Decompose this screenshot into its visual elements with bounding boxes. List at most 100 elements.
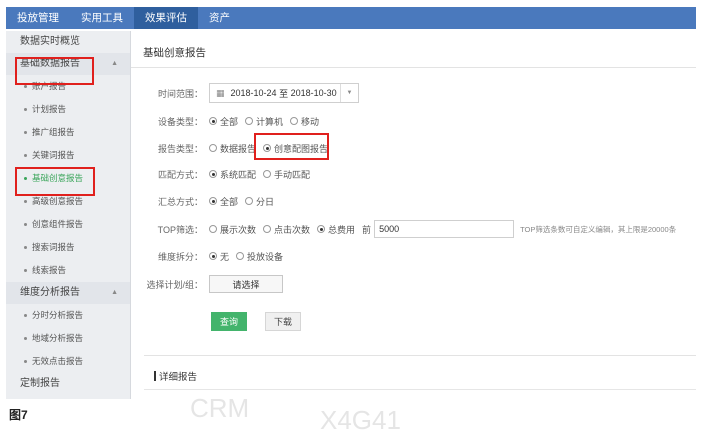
sidebar-item-label: 推广组报告 — [32, 127, 75, 137]
watermark-code: X4G41 — [320, 405, 401, 435]
bullet-icon — [24, 337, 27, 341]
tab-tools[interactable]: 实用工具 — [70, 7, 134, 29]
radio-report-creative-image[interactable]: 创意配图报告 — [263, 142, 328, 155]
radio-device-all[interactable]: 全部 — [209, 115, 238, 128]
sidebar-item-creative-component-report[interactable]: 创意组件报告 — [6, 213, 130, 236]
summary-mode-label: 汇总方式： — [157, 196, 203, 207]
report-type-label: 报告类型： — [157, 143, 203, 154]
radio-label: 投放设备 — [247, 251, 284, 262]
download-button[interactable]: 下载 — [265, 312, 301, 331]
radio-icon — [209, 144, 217, 152]
dimension-split-label: 维度拆分： — [157, 251, 203, 262]
radio-match-system[interactable]: 系统匹配 — [209, 168, 256, 181]
sidebar-item-keyword-report[interactable]: 关键词报告 — [6, 144, 130, 167]
top-filter-label: TOP筛选： — [157, 224, 203, 235]
radio-top-impressions[interactable]: 展示次数 — [209, 223, 256, 236]
radio-split-device[interactable]: 投放设备 — [236, 250, 283, 263]
chevron-up-icon: ▲ — [111, 289, 118, 296]
bullet-icon — [24, 314, 27, 318]
radio-icon — [263, 170, 272, 178]
radio-icon — [236, 252, 245, 260]
radio-label: 系统匹配 — [220, 169, 257, 180]
radio-split-none[interactable]: 无 — [209, 250, 229, 263]
radio-label: 全部 — [220, 116, 239, 127]
radio-icon — [290, 117, 299, 125]
row-device-type: 设备类型： 全部 计算机 移动 — [131, 111, 326, 131]
bullet-icon — [24, 177, 27, 181]
detail-report-panel: 详细报告 — [144, 355, 696, 399]
sidebar-item-label: 基础创意报告 — [32, 173, 84, 183]
radio-report-data[interactable]: 数据报告 — [209, 142, 256, 155]
bullet-icon — [24, 85, 27, 89]
sidebar-item-advanced-creative-report[interactable]: 高级创意报告 — [6, 190, 130, 213]
bullet-icon — [24, 154, 27, 158]
sidebar-group-dimension-reports[interactable]: 维度分析报告 ▲ — [6, 282, 130, 304]
calendar-icon: ▦ — [216, 87, 225, 98]
radio-label: 移动 — [301, 116, 320, 127]
radio-top-clicks[interactable]: 点击次数 — [263, 223, 310, 236]
radio-label: 数据报告 — [220, 143, 257, 154]
select-plan-button[interactable]: 请选择 — [209, 275, 283, 293]
radio-top-cost[interactable]: 总费用 — [317, 223, 355, 236]
radio-summary-all[interactable]: 全部 — [209, 195, 238, 208]
sidebar-item-basic-creative-report[interactable]: 基础创意报告 — [6, 167, 130, 190]
sidebar-item-label: 线索报告 — [32, 265, 67, 275]
row-report-type: 报告类型： 数据报告 创意配图报告 — [131, 138, 335, 158]
divider — [131, 67, 696, 68]
sidebar-item-hourly-report[interactable]: 分时分析报告 — [6, 304, 130, 327]
sidebar-item-adgroup-report[interactable]: 推广组报告 — [6, 121, 130, 144]
top-count-input[interactable]: 5000 — [374, 220, 515, 238]
radio-icon — [263, 144, 272, 152]
radio-icon — [245, 197, 254, 205]
radio-label: 总费用 — [328, 224, 356, 235]
row-top-filter: TOP筛选： 展示次数 点击次数 总费用 前 5000 TOP筛选条数可自定义编… — [131, 219, 676, 239]
sidebar-item-label: 高级创意报告 — [32, 196, 84, 206]
top-nav-bar: 投放管理 实用工具 效果评估 资产 — [6, 7, 696, 29]
date-separator: 至 — [279, 88, 289, 99]
radio-label: 全部 — [220, 196, 239, 207]
radio-label: 计算机 — [256, 116, 284, 127]
bullet-icon — [24, 200, 27, 204]
chevron-up-icon: ▲ — [111, 60, 118, 67]
row-dimension-split: 维度拆分： 无 投放设备 — [131, 246, 290, 266]
sidebar-item-lead-report[interactable]: 线索报告 — [6, 259, 130, 282]
date-start: 2018-10-24 — [230, 88, 277, 98]
bullet-icon — [24, 223, 27, 227]
sidebar-group-label: 基础数据报告 — [20, 58, 80, 69]
match-mode-label: 匹配方式： — [157, 169, 203, 180]
select-plan-label: 选择计划/组： — [146, 279, 203, 290]
main-panel: 基础创意报告 时间范围： ▦ 2018-10-24 至 2018-10-30 ▼… — [131, 31, 696, 399]
sidebar-item-label: 关键词报告 — [32, 150, 75, 160]
sidebar-group-basic-reports[interactable]: 基础数据报告 ▲ — [6, 53, 130, 75]
sidebar-item-plan-report[interactable]: 计划报告 — [6, 98, 130, 121]
radio-icon — [263, 225, 272, 233]
query-button[interactable]: 查询 — [211, 312, 247, 331]
date-range-picker[interactable]: ▦ 2018-10-24 至 2018-10-30 ▼ — [209, 83, 359, 103]
sidebar-item-invalid-click-report[interactable]: 无效点击报告 — [6, 350, 130, 373]
tab-assets[interactable]: 资产 — [198, 7, 241, 29]
sidebar-item-label: 无效点击报告 — [32, 356, 84, 366]
sidebar-item-label: 分时分析报告 — [32, 310, 84, 320]
bullet-icon — [24, 360, 27, 364]
sidebar-item-custom-report[interactable]: 定制报告 — [6, 373, 130, 395]
bullet-icon — [24, 269, 27, 273]
radio-match-manual[interactable]: 手动匹配 — [263, 168, 310, 181]
sidebar-item-region-report[interactable]: 地域分析报告 — [6, 327, 130, 350]
sidebar-item-search-term-report[interactable]: 搜索词报告 — [6, 236, 130, 259]
radio-device-computer[interactable]: 计算机 — [245, 115, 283, 128]
radio-device-mobile[interactable]: 移动 — [290, 115, 319, 128]
radio-icon — [209, 170, 217, 178]
chevron-down-icon[interactable]: ▼ — [340, 84, 358, 102]
sidebar-item-account-report[interactable]: 账户报告 — [6, 75, 130, 98]
sidebar-item-realtime-overview[interactable]: 数据实时概览 — [6, 31, 130, 53]
tab-effect-evaluation[interactable]: 效果评估 — [134, 7, 198, 29]
row-time-range: 时间范围： ▦ 2018-10-24 至 2018-10-30 ▼ — [131, 83, 359, 103]
tab-campaign-management[interactable]: 投放管理 — [6, 7, 70, 29]
top-filter-hint: TOP筛选条数可自定义编辑，其上限是20000条 — [520, 224, 677, 234]
row-match-mode: 匹配方式： 系统匹配 手动匹配 — [131, 164, 317, 184]
sidebar-group-label: 维度分析报告 — [20, 287, 80, 298]
radio-summary-daily[interactable]: 分日 — [245, 195, 274, 208]
radio-label: 无 — [220, 251, 230, 262]
radio-icon — [317, 225, 326, 233]
sidebar: 数据实时概览 基础数据报告 ▲ 账户报告 计划报告 推广组报告 关键词报告 基础… — [6, 31, 131, 399]
